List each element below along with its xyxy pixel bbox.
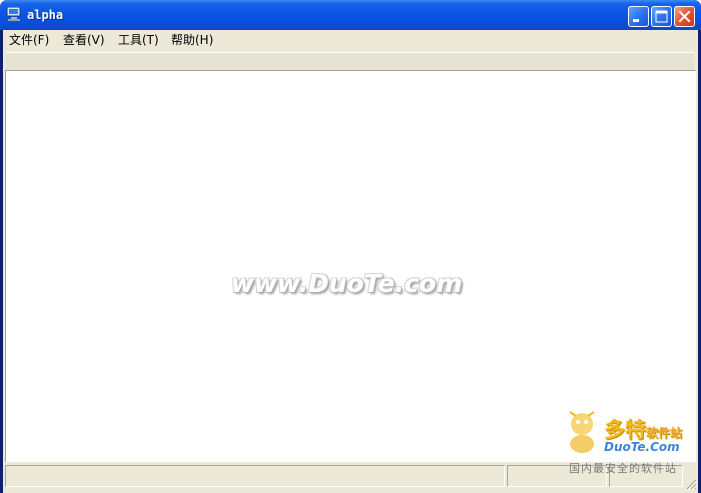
mascot-icon (569, 411, 595, 453)
menu-file[interactable]: 文件(F) (9, 33, 49, 47)
status-pane (5, 465, 505, 487)
window-title: alpha (27, 8, 64, 22)
brand-name-suffix: 软件站 (646, 426, 683, 440)
computer-icon (6, 7, 21, 21)
toolbar (6, 52, 694, 71)
close-icon (678, 10, 691, 23)
menu-tools[interactable]: 工具(T) (118, 33, 159, 47)
menu-bar: 文件(F) 查看(V) 工具(T) 帮助(H) (3, 30, 698, 50)
client-area[interactable]: www.DuoTe.com (5, 70, 696, 464)
maximize-button[interactable] (651, 6, 672, 27)
minimize-button[interactable] (628, 6, 649, 27)
brand-tagline: 国内最安全的软件站 (569, 462, 677, 475)
brand-name-main: 多特 (604, 418, 646, 442)
watermark-text: www.DuoTe.com (231, 269, 463, 298)
minimize-icon (633, 19, 639, 22)
brand-watermark: 多特软件站 DuoTe.Com 国内最安全的软件站 (564, 408, 699, 480)
menu-view[interactable]: 查看(V) (63, 33, 105, 47)
maximize-icon (655, 10, 668, 23)
app-window: alpha 文件(F) 查看(V) 工具(T) 帮助(H) www.DuoTe.… (0, 0, 701, 493)
menu-help[interactable]: 帮助(H) (171, 33, 213, 47)
brand-url: DuoTe.Com (604, 440, 680, 454)
close-button[interactable] (674, 6, 695, 27)
title-bar[interactable]: alpha (0, 0, 701, 30)
